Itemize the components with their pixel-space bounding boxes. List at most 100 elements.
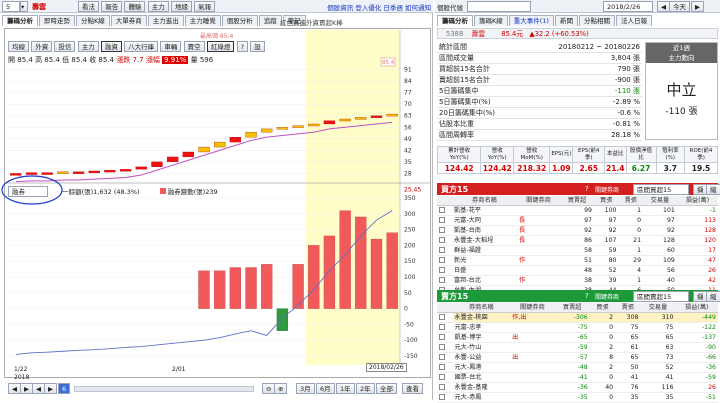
broker-header[interactable]: 關鍵券商 <box>510 303 555 313</box>
broker-row[interactable]: 永豐金-桃園 作,出 -306 2 308 310 -449 <box>437 312 718 323</box>
date-label-mid: 2/01 <box>172 366 186 373</box>
row-checkbox[interactable] <box>439 257 445 263</box>
range-1y-button[interactable]: 1年 <box>336 383 355 394</box>
broker-cell: -449 <box>675 312 718 323</box>
row-checkbox[interactable] <box>439 334 445 340</box>
row-checkbox[interactable] <box>439 384 445 390</box>
row-checkbox[interactable] <box>439 344 445 350</box>
broker-cell: 8 <box>589 352 616 363</box>
broker-row[interactable]: 元大-鳳港 -48 2 50 52 -36 <box>437 362 718 373</box>
stats-label: 統計區間 <box>437 42 521 53</box>
buy-shrink-button[interactable]: 縮 <box>706 184 720 195</box>
row-checkbox-cell <box>437 235 452 246</box>
nav-next2-button[interactable]: ▶ <box>44 383 57 394</box>
broker-row[interactable]: 國票-台北 -41 0 41 41 -59 <box>437 372 718 383</box>
row-checkbox[interactable] <box>439 227 445 233</box>
broker-header[interactable]: 賣張 <box>618 196 644 206</box>
broker-row[interactable]: 日盛 48 52 4 56 26 <box>437 265 718 276</box>
row-checkbox[interactable] <box>439 314 445 320</box>
row-checkbox[interactable] <box>439 354 445 360</box>
broker-row[interactable]: 永豐金-大稻埕長 86 107 21 128 120 <box>437 235 718 246</box>
row-checkbox[interactable] <box>439 217 445 223</box>
broker-cell: 2 <box>589 312 616 323</box>
row-checkbox[interactable] <box>439 267 445 273</box>
tab-r-chip[interactable]: 籌碼分析 <box>437 15 473 26</box>
zoom-in-button[interactable]: ⊕ <box>274 383 288 394</box>
broker-row[interactable]: 群益-福證 58 59 1 60 17 <box>437 245 718 256</box>
broker-row[interactable]: 元大-竹山 -59 2 61 63 -90 <box>437 342 718 353</box>
broker-header[interactable]: 賣張 <box>615 303 641 313</box>
tab-r-news[interactable]: 新聞 <box>554 15 578 26</box>
broker-cell: 47 <box>676 255 718 266</box>
tab-r-events[interactable]: 重大事件(1) <box>508 15 554 26</box>
sell-help-icon[interactable]: ? <box>585 292 589 300</box>
broker-row[interactable]: 永豐金-基隆 -36 40 76 116 26 <box>437 382 718 393</box>
tab-r-branch[interactable]: 分點相關 <box>578 15 615 26</box>
broker-row[interactable]: 凱基-台南長 92 92 0 92 128 <box>437 225 718 236</box>
view-all-button[interactable]: 查看 <box>402 383 423 394</box>
stats-label: 5日籌碼集中 <box>437 85 521 97</box>
date-input[interactable]: 2018/2/26 <box>603 1 653 12</box>
row-checkbox[interactable] <box>439 324 445 330</box>
broker-row[interactable]: 元富-忠孝 -75 0 75 75 -122 <box>437 322 718 333</box>
sell-header: 賣方15 ? 關鍵券商 區間賣超15 擷 縮 <box>437 290 720 302</box>
broker-cell: 86 <box>560 235 594 246</box>
broker-row[interactable]: 元富-大同長 97 97 0 97 113 <box>437 215 718 226</box>
sell-shrink-button[interactable]: 縮 <box>706 291 720 302</box>
stats-row: 區間周轉率 28.18 % <box>437 129 642 141</box>
date-next-button[interactable]: ▶ <box>691 1 704 12</box>
broker-row[interactable]: 永豐-公益出 -57 8 65 73 -66 <box>437 352 718 363</box>
summary-value: 2.65 <box>572 162 605 174</box>
sell-range-select[interactable]: 區間賣超15 <box>633 291 689 302</box>
scrollbar[interactable] <box>74 386 254 392</box>
left-panel: 5 ▾ 壽雲 看法 報告 體驗 主力 地緣 氣報 個股資訊 登入優化 日季週 如… <box>0 0 433 400</box>
broker-row[interactable]: 新光作 51 80 29 109 47 <box>437 255 718 266</box>
buy-title: 買方15 <box>441 185 469 194</box>
broker-row[interactable]: 富邦-台北作 38 39 1 40 42 <box>437 275 718 286</box>
broker-header[interactable]: 關鍵券商 <box>517 196 561 206</box>
buy-help-icon[interactable]: ? <box>585 185 589 193</box>
row-checkbox[interactable] <box>439 237 445 243</box>
row-checkbox[interactable] <box>439 394 445 400</box>
broker-header[interactable]: 券商名稱 <box>452 303 511 313</box>
broker-header[interactable]: 損益(萬) <box>675 303 718 313</box>
tab-r-chip-k[interactable]: 籌碼K線 <box>474 15 508 26</box>
broker-header[interactable]: 買張 <box>589 303 616 313</box>
row-checkbox-cell <box>437 332 453 343</box>
broker-header[interactable]: 買賣超 <box>554 303 590 313</box>
price-candle <box>104 169 116 173</box>
broker-header[interactable]: 券商名稱 <box>451 196 517 206</box>
broker-header[interactable]: 交易量 <box>643 196 677 206</box>
tab-r-daily[interactable]: 法人日報 <box>615 15 652 26</box>
row-checkbox[interactable] <box>439 207 445 213</box>
nav-range-button[interactable]: 6 <box>58 383 71 394</box>
today-button[interactable]: 今天 <box>669 1 690 12</box>
stats-value: 20180212 ~ 20180226 <box>521 42 642 53</box>
broker-row[interactable]: 元大-赤鳳 -35 0 35 35 -51 <box>437 392 718 403</box>
row-checkbox[interactable] <box>439 364 445 370</box>
broker-cell: 76 <box>615 382 641 393</box>
broker-cell <box>517 265 561 276</box>
broker-cell: 2 <box>589 362 616 373</box>
broker-cell: 35 <box>615 392 641 403</box>
buy-range-select[interactable]: 區間買超15 <box>633 184 689 195</box>
broker-header[interactable]: 買賣超 <box>560 196 594 206</box>
sell-title: 賣方15 <box>441 292 469 301</box>
row-checkbox[interactable] <box>439 374 445 380</box>
broker-row[interactable]: 凱基-博宇出 -65 0 65 65 -137 <box>437 332 718 343</box>
broker-header[interactable]: 交易量 <box>640 303 676 313</box>
range-all-button[interactable]: 全部 <box>376 383 397 394</box>
price-candle <box>245 132 257 138</box>
summary-value: 1.09 <box>549 162 574 174</box>
row-checkbox[interactable] <box>439 277 445 283</box>
broker-row[interactable]: 凱基-花平 99 100 1 101 -1 <box>437 205 718 216</box>
broker-header[interactable]: 買張 <box>593 196 619 206</box>
row-checkbox[interactable] <box>439 247 445 253</box>
broker-header[interactable]: 損益(萬) <box>676 196 718 206</box>
code-input[interactable] <box>467 1 531 12</box>
range-6m-button[interactable]: 6月 <box>316 383 335 394</box>
price-candle <box>308 123 320 127</box>
range-3m-button[interactable]: 3月 <box>296 383 315 394</box>
range-2y-button[interactable]: 2年 <box>356 383 375 394</box>
row-checkbox-cell <box>437 322 453 333</box>
